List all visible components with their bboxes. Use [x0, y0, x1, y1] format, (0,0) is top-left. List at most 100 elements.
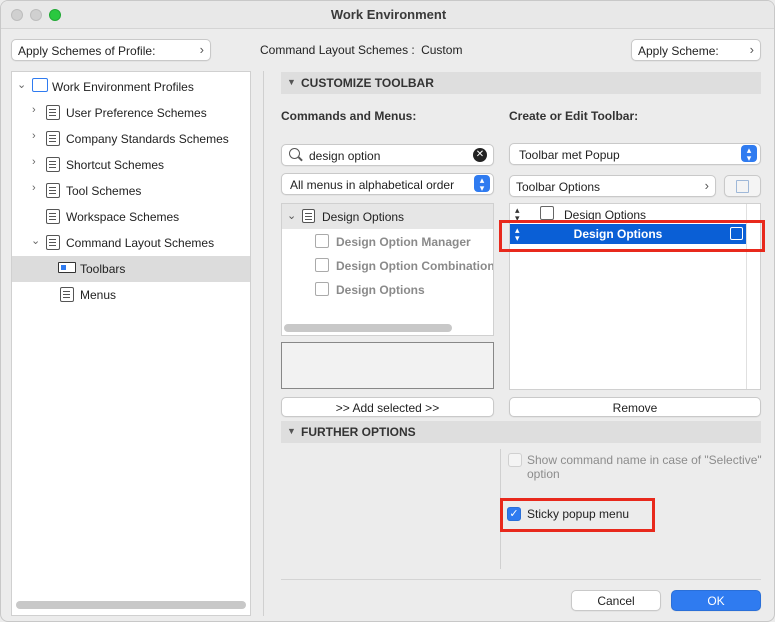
command-group-label: Design Options [322, 210, 405, 224]
scheme-icon [46, 157, 60, 172]
command-item[interactable]: Design Options [282, 277, 493, 301]
ok-label: OK [707, 594, 725, 608]
apply-scheme-button[interactable]: Apply Scheme: › [631, 39, 761, 61]
tree-item-toolbars[interactable]: Toolbars [12, 256, 250, 282]
tree-item-company-standards[interactable]: › Company Standards Schemes [12, 126, 250, 152]
profiles-tree: ⌄ Work Environment Profiles › User Prefe… [11, 71, 251, 616]
show-command-name-checkbox[interactable] [508, 453, 522, 467]
apply-schemes-of-profile-button[interactable]: Apply Schemes of Profile: › [11, 39, 211, 61]
tree-root-label: Work Environment Profiles [52, 80, 194, 94]
menu-icon [60, 287, 74, 302]
ok-button[interactable]: OK [671, 590, 761, 611]
monitor-icon [32, 78, 48, 92]
command-item-label: Design Option Manager [336, 235, 471, 249]
tree-item-command-layout[interactable]: ⌄ Command Layout Schemes [12, 230, 250, 256]
toolbar-select[interactable]: Toolbar met Popup ▴ ▾ [509, 143, 761, 165]
add-selected-button[interactable]: >> Add selected >> [281, 397, 494, 417]
chevron-down-icon[interactable]: ⌄ [287, 209, 296, 222]
customize-toolbar-header[interactable]: ▼ CUSTOMIZE TOOLBAR [281, 72, 761, 94]
chevron-right-icon[interactable]: › [32, 130, 36, 142]
title-bar: Work Environment [1, 1, 774, 29]
tree-item-label: Command Layout Schemes [66, 236, 215, 250]
command-item-label: Design Options [336, 283, 425, 297]
command-item[interactable]: Design Option Combination I [282, 253, 493, 277]
command-search-field[interactable]: design option ✕ [281, 144, 494, 166]
tree-item-label: Tool Schemes [66, 184, 142, 198]
export-icon [736, 180, 749, 193]
command-item[interactable]: Design Option Manager [282, 229, 493, 253]
triangle-down-icon: ▼ [287, 426, 296, 436]
chevron-down-icon[interactable]: ⌄ [31, 234, 40, 247]
design-option-icon [315, 234, 329, 248]
tree-item-label: Shortcut Schemes [66, 158, 165, 172]
tree-item-shortcut[interactable]: › Shortcut Schemes [12, 152, 250, 178]
highlight-box [499, 220, 765, 252]
tree-item-label: Workspace Schemes [66, 210, 180, 224]
command-preview-box [281, 342, 494, 389]
chevron-right-icon: › [199, 42, 204, 57]
remove-button[interactable]: Remove [509, 397, 761, 417]
command-item-label: Design Option Combination I [336, 259, 493, 273]
show-command-name-label-line1: Show command name in case of "Selective" [527, 453, 762, 467]
command-search-value[interactable]: design option [309, 149, 380, 163]
export-toolbar-button[interactable] [724, 175, 761, 197]
scheme-icon [46, 209, 60, 224]
scheme-caption-label: Command Layout Schemes : [260, 43, 415, 57]
commands-list: ⌄ Design Options Design Option Manager D… [281, 203, 494, 336]
design-option-icon [540, 206, 554, 220]
menus-filter-value: All menus in alphabetical order [290, 178, 455, 192]
tree-item-label: User Preference Schemes [66, 106, 207, 120]
play-icon [315, 258, 329, 272]
chevron-right-icon: › [704, 178, 709, 193]
scheme-icon [46, 183, 60, 198]
command-group-row[interactable]: ⌄ Design Options [282, 204, 493, 229]
tree-item-tool[interactable]: › Tool Schemes [12, 178, 250, 204]
apply-scheme-label: Apply Scheme: [638, 44, 719, 58]
tree-item-user-preference[interactable]: › User Preference Schemes [12, 100, 250, 126]
select-stepper-icon: ▴ ▾ [741, 145, 757, 163]
toolbar-select-value: Toolbar met Popup [519, 148, 620, 162]
scheme-caption: Command Layout Schemes : Custom [260, 43, 462, 57]
show-command-name-label: Show command name in case of "Selective"… [527, 453, 762, 481]
commands-heading: Commands and Menus: [281, 109, 417, 123]
scheme-icon [46, 235, 60, 250]
toolbar-options-button[interactable]: Toolbar Options › [509, 175, 716, 197]
commands-horizontal-scrollbar[interactable] [284, 324, 452, 332]
scheme-icon [46, 105, 60, 120]
cancel-button[interactable]: Cancel [571, 590, 661, 611]
chevron-right-icon[interactable]: › [32, 104, 36, 116]
chevron-right-icon[interactable]: › [32, 182, 36, 194]
select-stepper-icon: ▴ ▾ [474, 175, 490, 193]
pane-divider[interactable] [263, 71, 264, 616]
menu-icon [302, 209, 315, 223]
window-title: Work Environment [330, 7, 447, 22]
chevron-right-icon: › [749, 42, 754, 57]
tree-item-workspace[interactable]: Workspace Schemes [12, 204, 250, 230]
scheme-icon [46, 131, 60, 146]
tree-horizontal-scrollbar[interactable] [16, 601, 246, 609]
show-command-name-label-line2: option [527, 467, 560, 481]
scheme-value: Custom [421, 43, 463, 57]
highlight-box [500, 498, 655, 532]
tree-root[interactable]: ⌄ Work Environment Profiles [12, 74, 250, 100]
apply-schemes-of-profile-label: Apply Schemes of Profile: [18, 44, 156, 58]
cancel-label: Cancel [597, 594, 635, 608]
further-options-title: FURTHER OPTIONS [301, 425, 416, 439]
work-environment-window: Work Environment Apply Schemes of Profil… [0, 0, 775, 622]
customize-toolbar-title: CUSTOMIZE TOOLBAR [301, 76, 434, 90]
footer-divider [281, 579, 761, 580]
further-options-header[interactable]: ▼ FURTHER OPTIONS [281, 421, 761, 443]
chevron-right-icon[interactable]: › [32, 156, 36, 168]
add-selected-label: >> Add selected >> [335, 401, 440, 415]
tree-item-label: Toolbars [80, 262, 126, 276]
design-option-icon [315, 282, 329, 296]
search-icon-handle [298, 156, 303, 162]
toolbar-options-label: Toolbar Options [516, 180, 601, 194]
tree-item-label: Company Standards Schemes [66, 132, 229, 146]
toolbar-icon-swatch [61, 265, 66, 270]
chevron-down-icon[interactable]: ⌄ [17, 78, 26, 91]
menus-filter-select[interactable]: All menus in alphabetical order ▴ ▾ [281, 173, 494, 195]
toolbar-heading: Create or Edit Toolbar: [509, 109, 639, 123]
clear-search-icon[interactable]: ✕ [473, 148, 487, 162]
tree-item-menus[interactable]: Menus [12, 282, 250, 308]
